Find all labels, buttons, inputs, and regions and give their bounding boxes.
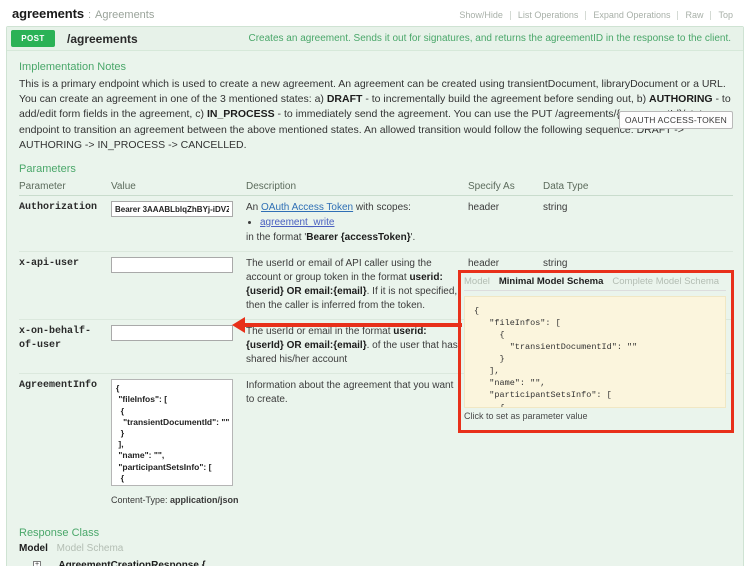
http-method-badge: POST xyxy=(11,30,55,47)
param-specify-as: header xyxy=(468,195,543,253)
notes-bold-authoring: AUTHORING xyxy=(649,93,713,106)
notes-part-2: - to incrementally build the agreement b… xyxy=(362,93,649,106)
notes-bold-draft: DRAFT xyxy=(326,93,363,106)
implementation-notes-title: Implementation Notes xyxy=(19,61,126,73)
list-item: agreement_write xyxy=(260,216,462,230)
param-data-type: string xyxy=(543,195,733,253)
table-row: Authorization An OAuth Access Token with… xyxy=(19,195,733,253)
response-model-tree-row[interactable]: + ... AgreementCreationResponse { xyxy=(33,560,733,566)
param-value-cell xyxy=(111,251,246,321)
param-name-authorization: Authorization xyxy=(19,195,111,253)
header-parameter: Parameter xyxy=(19,179,111,197)
param-value-cell: { "fileInfos": [ { "transientDocumentId"… xyxy=(111,374,246,513)
content-type-key: Content-Type: xyxy=(111,495,168,506)
expand-plus-icon[interactable]: + xyxy=(33,561,41,566)
scopes-list: agreement_write xyxy=(246,216,462,230)
param-description: Information about the agreement that you… xyxy=(246,380,454,406)
link-show-hide[interactable]: Show/Hide xyxy=(452,10,510,20)
x-on-behalf-of-user-input[interactable] xyxy=(111,325,233,342)
param-name-x-on-behalf-of-user: x-on-behalf-of-user xyxy=(19,319,111,375)
content-type-label: Content-Type: application/json xyxy=(111,494,240,507)
format-prefix: in the format ' xyxy=(246,232,307,244)
resource-header: agreements : Agreements Show/Hide List O… xyxy=(0,0,750,26)
authorization-input[interactable] xyxy=(111,201,233,218)
tab-model[interactable]: Model xyxy=(464,276,490,287)
model-schema-tabs: Model Minimal Model Schema Complete Mode… xyxy=(464,276,726,291)
response-model-tabs: Model Model Schema xyxy=(19,543,733,554)
response-class-section: Response Class Model Model Schema + ... … xyxy=(19,527,733,566)
param-description: The userId or email in the format userid… xyxy=(246,319,468,375)
link-top[interactable]: Top xyxy=(711,10,740,20)
response-class-title: Response Class xyxy=(19,526,100,539)
resource-separator: : xyxy=(87,9,92,21)
param-name-x-api-user: x-api-user xyxy=(19,251,111,321)
param-value-cell xyxy=(111,195,246,253)
link-expand-operations[interactable]: Expand Operations xyxy=(586,10,677,20)
resource-title: agreements xyxy=(12,6,84,21)
response-model-signature: AgreementCreationResponse { xyxy=(58,559,206,566)
desc-a: The userId or email of API caller using … xyxy=(246,258,432,284)
desc-suffix: with scopes: xyxy=(353,202,411,214)
model-schema-panel: Model Minimal Model Schema Complete Mode… xyxy=(464,276,726,421)
oauth-access-token-link[interactable]: OAuth Access Token xyxy=(261,202,353,213)
desc-prefix: An xyxy=(246,202,262,214)
header-value: Value xyxy=(111,179,246,197)
operation-path: /agreements xyxy=(67,31,138,46)
param-name-agreementinfo: AgreementInfo xyxy=(19,380,98,392)
model-schema-json[interactable]: { "fileInfos": [ { "transientDocumentId"… xyxy=(464,296,726,408)
resource-subtitle: Agreements xyxy=(95,9,155,21)
table-header-row: Parameter Value Description Specify As D… xyxy=(19,179,733,197)
model-schema-hint: Click to set as parameter value xyxy=(464,411,588,421)
format-suffix: '. xyxy=(410,232,416,244)
tree-dots: ... xyxy=(44,559,56,566)
link-list-operations[interactable]: List Operations xyxy=(511,10,586,20)
swagger-page: agreements : Agreements Show/Hide List O… xyxy=(0,0,750,566)
param-description: An OAuth Access Token with scopes: agree… xyxy=(246,195,468,253)
header-specify-as: Specify As xyxy=(468,179,543,197)
header-data-type: Data Type xyxy=(543,179,733,197)
operation-summary: Creates an agreement. Sends it out for s… xyxy=(248,33,732,44)
operation-header[interactable]: POST /agreements Creates an agreement. S… xyxy=(7,27,743,51)
scope-agreement-write[interactable]: agreement_write xyxy=(260,217,334,228)
header-description: Description xyxy=(246,179,468,197)
desc-a: The userId or email in the format xyxy=(246,326,394,338)
x-api-user-input[interactable] xyxy=(111,257,233,274)
param-description: The userId or email of API caller using … xyxy=(246,251,468,321)
tab-model-schema[interactable]: Model Schema xyxy=(57,543,124,554)
link-raw[interactable]: Raw xyxy=(678,10,710,20)
resource-nav-links: Show/Hide List Operations Expand Operati… xyxy=(452,10,740,20)
oauth-access-token-button[interactable]: OAUTH ACCESS-TOKEN xyxy=(618,111,733,129)
agreementinfo-textarea[interactable]: { "fileInfos": [ { "transientDocumentId"… xyxy=(111,379,233,487)
tab-minimal-model-schema[interactable]: Minimal Model Schema xyxy=(499,276,604,287)
param-value-cell xyxy=(111,319,246,375)
tab-complete-model-schema[interactable]: Complete Model Schema xyxy=(612,276,719,287)
parameters-title: Parameters xyxy=(19,163,76,176)
notes-bold-in-process: IN_PROCESS xyxy=(206,108,275,121)
content-type-value: application/json xyxy=(170,495,239,506)
tab-model[interactable]: Model xyxy=(19,543,48,554)
format-bold: Bearer {accessToken} xyxy=(306,232,411,244)
